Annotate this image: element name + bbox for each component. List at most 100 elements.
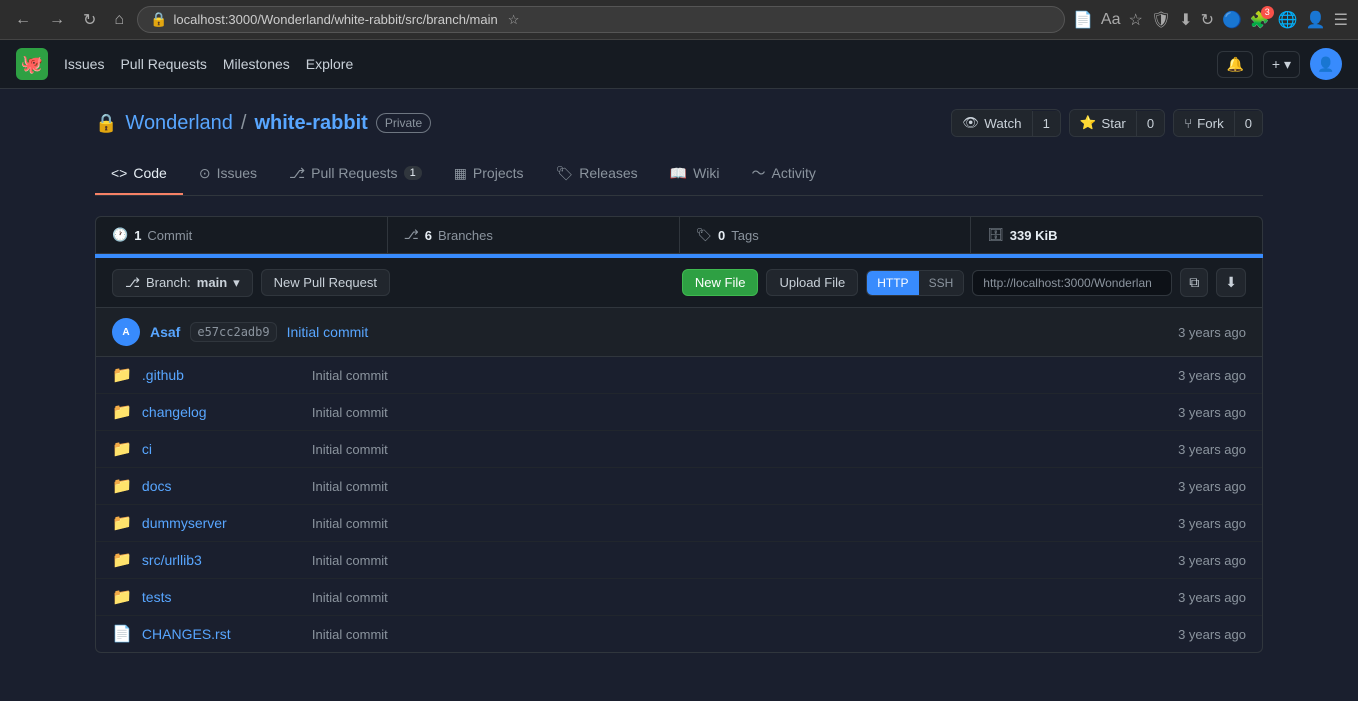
tab-code[interactable]: <> Code: [95, 153, 183, 195]
browser-icon-3[interactable]: ☆: [1129, 10, 1143, 30]
tab-activity[interactable]: 〜 Activity: [736, 153, 832, 195]
url-bar[interactable]: 🔒 localhost:3000/Wonderland/white-rabbit…: [137, 6, 1065, 33]
refresh-button[interactable]: ↻: [78, 8, 101, 32]
file-name[interactable]: tests: [142, 589, 302, 605]
table-row: 📁docsInitial commit3 years ago: [96, 468, 1262, 505]
nav-pull-requests[interactable]: Pull Requests: [120, 56, 206, 72]
file-commit-message: Initial commit: [312, 553, 1168, 568]
size-value: 339 KiB: [1010, 228, 1058, 243]
upload-file-button[interactable]: Upload File: [766, 269, 858, 296]
file-name[interactable]: docs: [142, 478, 302, 494]
file-time: 3 years ago: [1178, 516, 1246, 531]
forward-button[interactable]: →: [44, 9, 70, 31]
nav-explore[interactable]: Explore: [306, 56, 353, 72]
projects-icon: ▦: [454, 165, 467, 182]
file-commit-message: Initial commit: [312, 368, 1168, 383]
repo-owner[interactable]: Wonderland: [125, 112, 232, 135]
folder-icon: 📁: [112, 439, 132, 459]
new-file-button[interactable]: New File: [682, 269, 759, 296]
file-name[interactable]: CHANGES.rst: [142, 626, 302, 642]
nav-issues[interactable]: Issues: [64, 56, 104, 72]
table-row: 📁ciInitial commit3 years ago: [96, 431, 1262, 468]
download-button[interactable]: ⬇: [1216, 268, 1246, 297]
file-name[interactable]: ci: [142, 441, 302, 457]
repo-tabs: <> Code ⊙ Issues ⎇ Pull Requests 1 ▦ Pro…: [95, 153, 1263, 196]
tab-releases[interactable]: 🏷 Releases: [540, 153, 654, 195]
browser-icon-8[interactable]: 🧩 3: [1250, 10, 1270, 30]
browser-icon-9[interactable]: 🌐: [1278, 10, 1298, 30]
commit-message[interactable]: Initial commit: [287, 324, 1168, 340]
browser-icon-4[interactable]: 🛡: [1151, 10, 1171, 30]
browser-icon-7[interactable]: 🔵: [1222, 10, 1242, 30]
file-time: 3 years ago: [1178, 405, 1246, 420]
tab-wiki[interactable]: 📖 Wiki: [654, 153, 736, 195]
file-name[interactable]: .github: [142, 367, 302, 383]
fork-count[interactable]: 0: [1234, 111, 1262, 136]
browser-chrome: ← → ↻ ⌂ 🔒 localhost:3000/Wonderland/whit…: [0, 0, 1358, 40]
site-logo[interactable]: 🐙: [16, 48, 48, 80]
branches-stat[interactable]: ⎇ 6 Branches: [388, 217, 680, 253]
nav-milestones[interactable]: Milestones: [223, 56, 290, 72]
bell-button[interactable]: 🔔: [1217, 51, 1252, 78]
tab-pull-requests[interactable]: ⎇ Pull Requests 1: [273, 153, 438, 195]
browser-icon-6[interactable]: ↻: [1201, 10, 1214, 30]
table-row: 📁testsInitial commit3 years ago: [96, 579, 1262, 616]
user-avatar[interactable]: 👤: [1310, 48, 1342, 80]
dropdown-icon: ▾: [233, 275, 240, 291]
clone-url-input[interactable]: [972, 270, 1172, 296]
table-row: 📁changelogInitial commit3 years ago: [96, 394, 1262, 431]
home-button[interactable]: ⌂: [109, 9, 129, 31]
file-commit-message: Initial commit: [312, 627, 1168, 642]
pr-badge: 1: [404, 166, 422, 180]
folder-icon: 📁: [112, 476, 132, 496]
repo-name[interactable]: white-rabbit: [254, 112, 367, 135]
commit-hash[interactable]: e57cc2adb9: [190, 322, 276, 342]
file-name[interactable]: changelog: [142, 404, 302, 420]
star-button[interactable]: ⭐ Star: [1070, 110, 1136, 136]
browser-icon-5[interactable]: ⬇: [1179, 10, 1192, 30]
watch-count[interactable]: 1: [1032, 111, 1060, 136]
commits-value: 1: [134, 228, 141, 243]
commit-author[interactable]: Asaf: [150, 324, 180, 340]
commits-icon: 🕐: [112, 227, 128, 243]
top-nav-actions: 🔔 + ▾ 👤: [1217, 48, 1342, 80]
browser-icon-10[interactable]: 👤: [1306, 10, 1326, 30]
file-name[interactable]: src/urllib3: [142, 552, 302, 568]
commit-row: A Asaf e57cc2adb9 Initial commit 3 years…: [96, 308, 1262, 357]
pr-icon: ⎇: [289, 165, 305, 182]
star-count[interactable]: 0: [1136, 111, 1164, 136]
tab-issues[interactable]: ⊙ Issues: [183, 153, 273, 195]
tags-icon: 🏷: [696, 227, 713, 243]
new-pr-button[interactable]: New Pull Request: [261, 269, 390, 296]
watch-button[interactable]: 👁 Watch: [952, 110, 1031, 136]
branch-selector[interactable]: ⎇ Branch: main ▾: [112, 269, 253, 297]
back-button[interactable]: ←: [10, 9, 36, 31]
copy-url-button[interactable]: ⧉: [1180, 268, 1208, 297]
branch-left: ⎇ Branch: main ▾ New Pull Request: [112, 269, 390, 297]
commits-stat[interactable]: 🕐 1 Commit: [96, 217, 388, 253]
wiki-icon: 📖: [670, 165, 687, 182]
star-icon: ⭐: [1080, 115, 1097, 131]
tab-projects[interactable]: ▦ Projects: [438, 153, 540, 195]
plus-button[interactable]: + ▾: [1263, 51, 1300, 78]
stats-bar: 🕐 1 Commit ⎇ 6 Branches 🏷 0 Tags 🗄 339 K…: [95, 216, 1263, 254]
http-btn[interactable]: HTTP: [867, 271, 918, 295]
browser-icon-2[interactable]: Aa: [1101, 11, 1121, 29]
releases-icon: 🏷: [556, 165, 574, 182]
watch-button-group: 👁 Watch 1: [951, 109, 1060, 137]
file-commit-message: Initial commit: [312, 405, 1168, 420]
tags-value: 0: [718, 228, 725, 243]
branch-bar: ⎇ Branch: main ▾ New Pull Request New Fi…: [96, 258, 1262, 308]
fork-icon: ⑂: [1184, 116, 1192, 131]
file-time: 3 years ago: [1178, 627, 1246, 642]
browser-icon-hamburger[interactable]: ☰: [1334, 10, 1348, 30]
commit-avatar[interactable]: A: [112, 318, 140, 346]
fork-button[interactable]: ⑂ Fork: [1174, 111, 1234, 136]
browser-icon-1[interactable]: 📄: [1073, 10, 1093, 30]
ssh-btn[interactable]: SSH: [919, 271, 964, 295]
branches-value: 6: [425, 228, 432, 243]
file-list: 📁 .github Initial commit 3 years ago 📁 change…: [96, 357, 1262, 652]
table-row: 📁.githubInitial commit3 years ago: [96, 357, 1262, 394]
file-name[interactable]: dummyserver: [142, 515, 302, 531]
tags-stat[interactable]: 🏷 0 Tags: [680, 217, 972, 253]
